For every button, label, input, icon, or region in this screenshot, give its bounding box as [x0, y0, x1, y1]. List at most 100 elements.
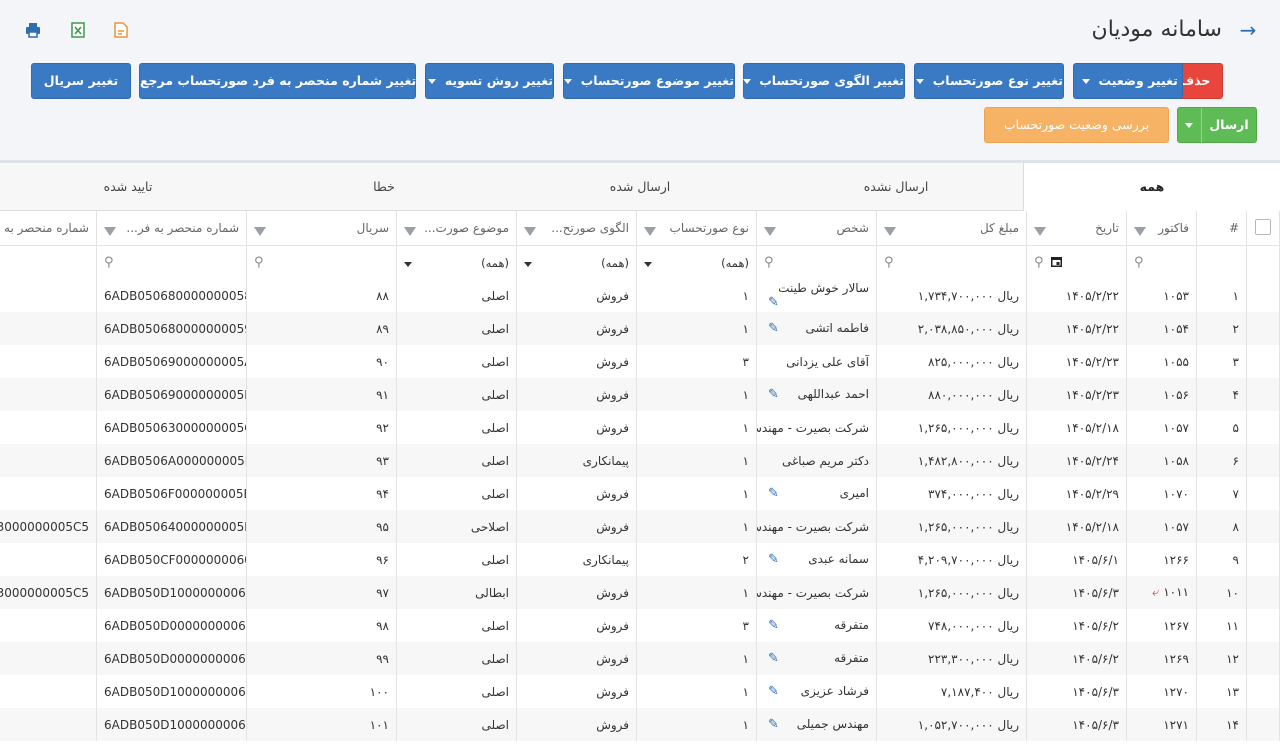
total-filter-input[interactable]: ⚲ [876, 245, 1027, 279]
check-invoice-status-button[interactable]: بررسی وضعیت صورتحساب [984, 107, 1169, 143]
invoice-link-cell[interactable]: ۱۰۵۳ [1126, 279, 1197, 312]
person-cell[interactable]: مهندس جمیلی ✎ [756, 708, 877, 741]
table-row[interactable]: ۵ ۱۰۵۷ ۱۴۰۵/۲/۱۸ ریال ۱,۲۶۵,۰۰۰,۰۰۰ شرکت بصی… [0, 411, 1280, 444]
column-header-invoice[interactable]: فاکتور [1126, 211, 1197, 246]
pattern-filter-select[interactable]: (همه) [516, 245, 637, 279]
unique-id-filter-input[interactable]: ⚲ [96, 245, 247, 279]
person-link[interactable]: فاطمه اتشی [805, 321, 869, 335]
row-select-cell[interactable] [1246, 708, 1280, 741]
table-row[interactable]: ۸ ۱۰۵۷ ۱۴۰۵/۲/۱۸ ریال ۱,۲۶۵,۰۰۰,۰۰۰ شرکت بصی… [0, 510, 1280, 543]
person-link[interactable]: شرکت بصیرت - مهندس [758, 421, 870, 435]
column-header-ref-id[interactable]: شماره منحصر به [0, 211, 97, 246]
table-row[interactable]: ۲ ۱۰۵۴ ۱۴۰۵/۲/۲۲ ریال ۲,۰۳۸,۸۵۰,۰۰۰ فاطمه ات… [0, 312, 1280, 345]
calendar-icon[interactable] [1050, 255, 1063, 271]
person-link[interactable]: مهندس جمیلی [797, 717, 869, 731]
filter-icon[interactable] [644, 226, 656, 236]
invoice-link-cell[interactable]: ۱۰۵۴ [1126, 312, 1197, 345]
change-invoice-subject-dropdown[interactable]: تغییر موضوع صورتحساب [563, 63, 735, 99]
tab-approved[interactable]: تایید شده [0, 163, 256, 210]
edit-icon[interactable]: ✎ [768, 618, 779, 633]
invoice-link-cell[interactable]: ۱۰۵۸ [1126, 444, 1197, 477]
serial-filter-input[interactable]: ⚲ [246, 245, 397, 279]
invoice-link[interactable]: ۱۰۵۶ [1163, 388, 1189, 402]
row-select-cell[interactable] [1246, 609, 1280, 642]
row-select-cell[interactable] [1246, 576, 1280, 609]
person-cell[interactable]: شرکت بصیرت - مهندس [756, 411, 877, 444]
invoice-link[interactable]: ۱۲۶۹ [1163, 652, 1189, 666]
person-link[interactable]: سمانه عبدی [808, 552, 869, 566]
person-cell[interactable]: فاطمه اتشی ✎ [756, 312, 877, 345]
person-cell[interactable]: شرکت بصیرت - مهندس [756, 510, 877, 543]
row-select-cell[interactable] [1246, 477, 1280, 510]
column-header-total[interactable]: مبلغ کل [876, 211, 1027, 246]
person-cell[interactable]: آقای علی یزدانی [756, 345, 877, 378]
person-cell[interactable]: احمد عبداللهی ✎ [756, 378, 877, 411]
edit-icon[interactable]: ✎ [768, 321, 779, 336]
edit-icon[interactable]: ✎ [768, 552, 779, 567]
row-select-cell[interactable] [1246, 444, 1280, 477]
person-cell[interactable]: شرکت بصیرت - مهندس [756, 576, 877, 609]
person-cell[interactable]: دکتر مریم صباغی [756, 444, 877, 477]
invoice-link[interactable]: ۱۰۵۸ [1163, 454, 1189, 468]
row-select-cell[interactable] [1246, 543, 1280, 576]
invoice-link[interactable]: ۱۲۷۰ [1163, 685, 1189, 699]
row-select-cell[interactable] [1246, 675, 1280, 708]
tab-error[interactable]: خطا [256, 163, 512, 210]
column-header-subject[interactable]: موضوع صورت... [396, 211, 517, 246]
edit-icon[interactable]: ✎ [768, 295, 779, 310]
person-filter-input[interactable]: ⚲ [756, 245, 877, 279]
invoice-link-cell[interactable]: ۱۲۶۷ [1126, 609, 1197, 642]
table-row[interactable]: ۱۲ ۱۲۶۹ ۱۴۰۵/۶/۲ ریال ۲۲۳,۳۰۰,۰۰۰ متفرقه ✎ ۱ فر… [0, 642, 1280, 675]
person-cell[interactable]: سالار خوش طینت ✎ [756, 279, 877, 312]
invoice-filter-input[interactable]: ⚲ [1126, 245, 1197, 279]
change-serial-button[interactable]: تغییر سریال [31, 63, 131, 99]
invoice-link[interactable]: ۱۰۵۷ [1163, 520, 1189, 534]
invoice-link-cell[interactable]: ۱۰۵۷ [1126, 510, 1197, 543]
tab-not-sent[interactable]: ارسال نشده [768, 163, 1024, 210]
invoice-link-cell[interactable]: ۱۰۱۱ ⤶ [1126, 576, 1197, 609]
arrow-right-icon[interactable]: → [1238, 20, 1258, 40]
invoice-link-cell[interactable]: ۱۲۶۹ [1126, 642, 1197, 675]
invoice-link[interactable]: ۱۰۵۷ [1163, 421, 1189, 435]
invoice-link-cell[interactable]: ۱۰۵۶ [1126, 378, 1197, 411]
change-status-dropdown[interactable]: تغییر وضعیت [1073, 63, 1183, 99]
invoice-link[interactable]: ۱۲۶۷ [1163, 619, 1189, 633]
filter-icon[interactable] [764, 226, 776, 236]
filter-icon[interactable] [1134, 226, 1146, 236]
send-split-button[interactable]: ارسال [1177, 107, 1257, 144]
invoice-link[interactable]: ۱۲۶۶ [1163, 553, 1189, 567]
invoice-link-cell[interactable]: ۱۰۵۵ [1126, 345, 1197, 378]
invoice-link-cell[interactable]: ۱۲۷۰ [1126, 675, 1197, 708]
filter-icon[interactable] [404, 226, 416, 236]
person-link[interactable]: شرکت بصیرت - مهندس [758, 520, 870, 534]
person-link[interactable]: متفرقه [834, 618, 869, 632]
person-cell[interactable]: متفرقه ✎ [756, 609, 877, 642]
undo-icon[interactable]: ⤶ [1152, 585, 1159, 600]
table-row[interactable]: ۱۴ ۱۲۷۱ ۱۴۰۵/۶/۳ ریال ۱,۰۵۲,۷۰۰,۰۰۰ مهندس جم… [0, 708, 1280, 741]
send-dropdown-toggle[interactable] [1177, 108, 1201, 142]
invoice-link[interactable]: ۱۰۵۵ [1163, 355, 1189, 369]
person-cell[interactable]: متفرقه ✎ [756, 642, 877, 675]
person-link[interactable]: متفرقه [834, 651, 869, 665]
column-header-unique-id[interactable]: شماره منحصر به فر... [96, 211, 247, 246]
column-header-pattern[interactable]: الگوی صورتح... [516, 211, 637, 246]
column-header-date[interactable]: تاریخ [1026, 211, 1127, 246]
person-link[interactable]: امیری [840, 486, 869, 500]
table-row[interactable]: ۱ ۱۰۵۳ ۱۴۰۵/۲/۲۲ ریال ۱,۷۳۴,۷۰۰,۰۰۰ سالار خو… [0, 279, 1280, 312]
person-link[interactable]: شرکت بصیرت - مهندس [758, 586, 870, 600]
tab-sent[interactable]: ارسال شده [512, 163, 768, 210]
row-select-cell[interactable] [1246, 378, 1280, 411]
person-link[interactable]: احمد عبداللهی [798, 387, 869, 401]
row-select-cell[interactable] [1246, 279, 1280, 312]
filter-icon[interactable] [524, 226, 536, 236]
table-row[interactable]: ۳ ۱۰۵۵ ۱۴۰۵/۲/۲۳ ریال ۸۲۵,۰۰۰,۰۰۰ آقای علی ی… [0, 345, 1280, 378]
edit-icon[interactable]: ✎ [768, 717, 779, 732]
filter-icon[interactable] [884, 226, 896, 236]
person-link[interactable]: دکتر مریم صباغی [782, 454, 869, 468]
edit-icon[interactable]: ✎ [768, 684, 779, 699]
row-select-cell[interactable] [1246, 510, 1280, 543]
change-reference-id-button[interactable]: تغییر شماره منحصر به فرد صورتحساب مرجع [139, 63, 416, 99]
table-row[interactable]: ۹ ۱۲۶۶ ۱۴۰۵/۶/۱ ریال ۴,۲۰۹,۷۰۰,۰۰۰ سمانه عبد… [0, 543, 1280, 576]
invoice-link-cell[interactable]: ۱۰۷۰ [1126, 477, 1197, 510]
pdf-export-icon[interactable] [112, 21, 130, 39]
